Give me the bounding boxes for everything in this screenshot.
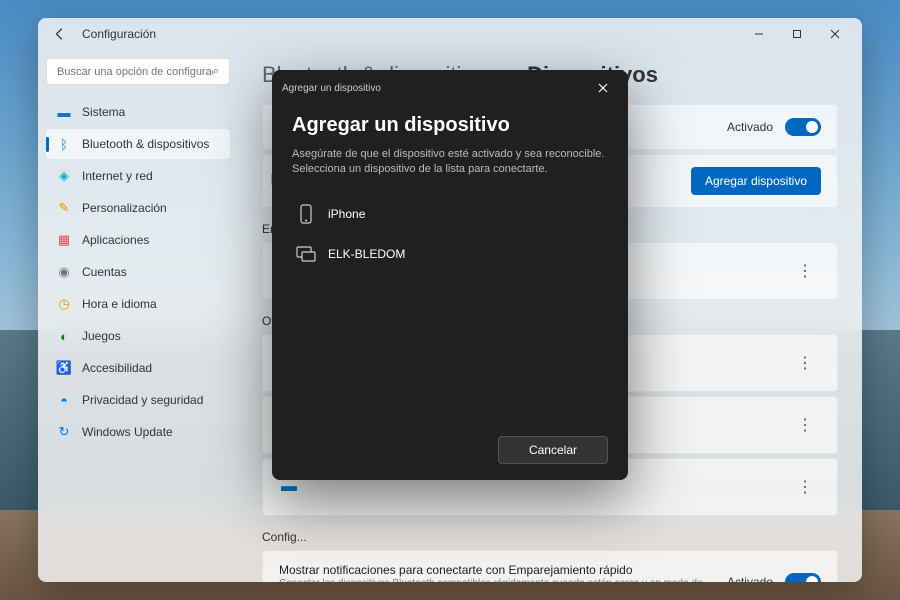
device-item-elk-bledom[interactable]: ELK-BLEDOM	[292, 234, 608, 274]
modal-close-button[interactable]	[588, 76, 618, 100]
device-item-iphone[interactable]: iPhone	[292, 194, 608, 234]
display-icon	[296, 244, 316, 264]
modal-titlebar: Agregar un dispositivo	[272, 70, 628, 106]
modal-heading: Agregar un dispositivo	[292, 114, 608, 137]
cancel-button[interactable]: Cancelar	[498, 436, 608, 464]
device-name: ELK-BLEDOM	[328, 247, 405, 261]
modal-title: Agregar un dispositivo	[282, 83, 381, 94]
modal-description: Asegúrate de que el dispositivo esté act…	[292, 147, 608, 178]
phone-icon	[296, 204, 316, 224]
modal-overlay: Agregar un dispositivo Agregar un dispos…	[0, 0, 900, 600]
device-name: iPhone	[328, 207, 365, 221]
add-device-modal: Agregar un dispositivo Agregar un dispos…	[272, 70, 628, 480]
